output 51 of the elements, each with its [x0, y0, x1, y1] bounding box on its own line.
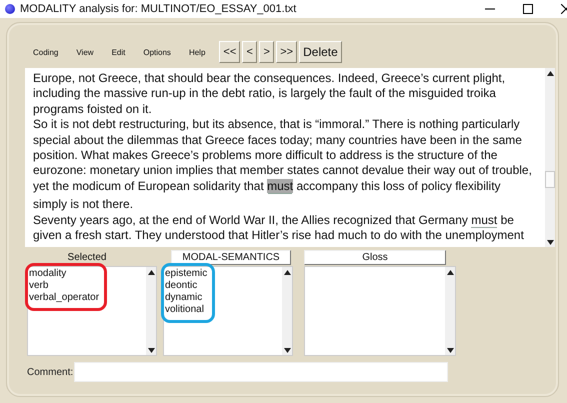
list-box[interactable]: modality verb verbal_operator: [27, 266, 157, 356]
comment-field[interactable]: [74, 362, 448, 382]
list-item[interactable]: dynamic: [165, 292, 208, 304]
scroll-down-icon[interactable]: [146, 345, 156, 355]
body-text: be: [500, 212, 514, 227]
body-text: Seventy years ago, at the end of World War II, the Allies recognized that Germany: [33, 212, 469, 227]
list-item[interactable]: deontic: [165, 280, 208, 292]
nav-button[interactable]: >: [259, 41, 274, 63]
scroll-down-icon[interactable]: [445, 345, 455, 355]
scroll-down-icon[interactable]: [282, 345, 292, 355]
list-item[interactable]: verbal_operator: [29, 292, 100, 304]
menu-item[interactable]: Help: [188, 48, 206, 56]
maximize-icon[interactable]: [523, 4, 533, 14]
menu-item[interactable]: Options: [143, 48, 171, 56]
delete-button[interactable]: Delete: [299, 41, 342, 63]
nav-button[interactable]: <: [242, 41, 258, 63]
body-text: including the massive run-up in the debt ratio, is largely the fault of the misguided troika: [33, 86, 496, 100]
scrollbar[interactable]: [445, 267, 455, 355]
coded-word[interactable]: must: [471, 212, 498, 228]
menu-item[interactable]: Edit: [112, 48, 126, 56]
comment-label: Comment:: [27, 366, 74, 378]
scroll-thumb[interactable]: [545, 171, 555, 188]
list-item[interactable]: epistemic: [165, 268, 208, 280]
column-header: Selected: [66, 251, 108, 265]
body-text: yet the modicum of European solidarity that: [33, 178, 265, 193]
body-text: special about the dilemmas that Greece faces today; many countries have been in the same: [33, 132, 522, 147]
list-item[interactable]: modality: [29, 268, 100, 280]
body-text: programs foisted on it.: [33, 102, 152, 116]
body-text: given a fresh start. They understood that Hitler’s rise had much to do with the unemployment: [33, 228, 524, 242]
body-text: accompany this loss of policy flexibility: [295, 178, 501, 193]
nav-button[interactable]: >>: [276, 41, 298, 63]
nav-button[interactable]: <<: [219, 41, 240, 63]
list-box[interactable]: epistemic deontic dynamic volitional: [163, 266, 293, 356]
body-text: position. What makes Greece’s problems more difficult to address is the structure of the: [33, 148, 498, 162]
menu-item[interactable]: Coding: [33, 48, 58, 56]
scrollbar[interactable]: [545, 68, 555, 247]
column-header-button[interactable]: MODAL-SEMANTICS: [171, 250, 291, 265]
body-text: Europe, not Greece, that should bear the consequences. Indeed, Greece’s current plight,: [33, 71, 506, 85]
scroll-down-icon[interactable]: [545, 237, 555, 247]
body-text: So it is not debt restructuring, but its absence, that is “immoral.” There is nothing particularly: [33, 117, 520, 132]
scrollbar[interactable]: [146, 267, 156, 355]
app-icon: [5, 4, 15, 14]
column-header-button[interactable]: Gloss: [304, 250, 446, 265]
body-text: eurozone: monetary union implies that member states cannot devalue their way out of trouble,: [33, 163, 532, 178]
list-item[interactable]: volitional: [165, 304, 208, 316]
body-text: simply is not there.: [33, 197, 134, 212]
scrollbar[interactable]: [282, 267, 292, 355]
highlighted-word[interactable]: must: [267, 178, 294, 193]
window-title: MODALITY analysis for: MULTINOT/EO_ESSAY_001.txt: [20, 3, 298, 15]
menu-item[interactable]: View: [76, 48, 94, 56]
list-item[interactable]: verb: [29, 280, 100, 292]
